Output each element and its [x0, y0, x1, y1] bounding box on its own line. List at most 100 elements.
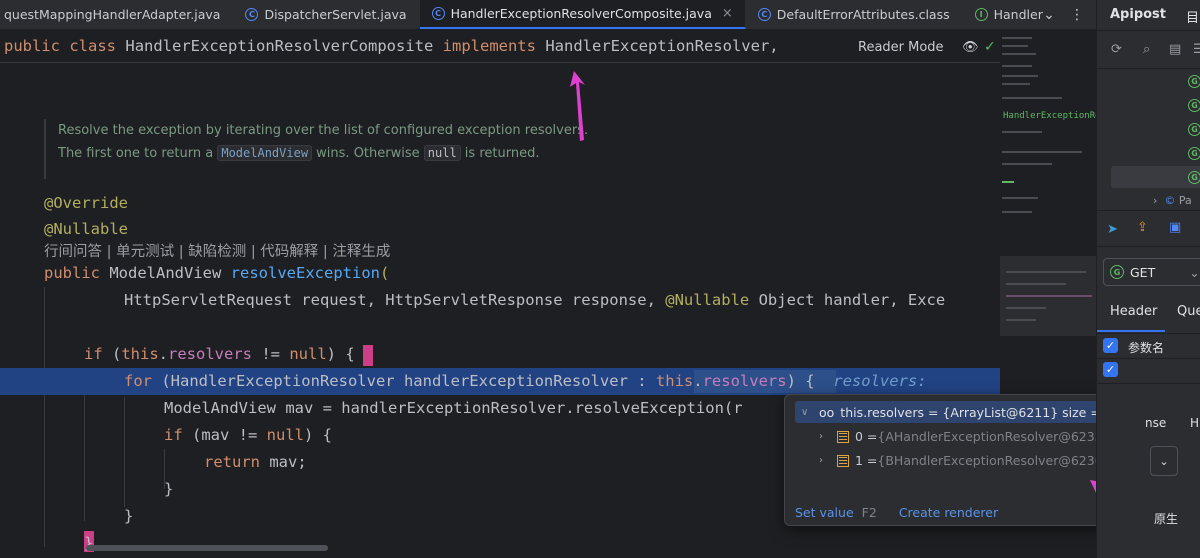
code-text: ) [326, 345, 346, 363]
chevron-right-icon[interactable]: › [819, 455, 831, 466]
ai-code-hints[interactable]: 行间问答 | 单元测试 | 缺陷检测 | 代码解释 | 注释生成 [44, 240, 390, 261]
code-text: ) { [786, 372, 815, 390]
tab-response[interactable]: nse [1145, 416, 1166, 430]
doc-text: The first one to return a [58, 146, 218, 161]
get-api-icon[interactable]: G [1188, 75, 1200, 88]
inline-debug-hint[interactable]: resolvers: [833, 372, 926, 390]
tab-header[interactable]: Header [1110, 304, 1157, 319]
get-api-icon[interactable]: G [1188, 171, 1200, 184]
more-options-icon[interactable]: ⋮ [1064, 0, 1090, 30]
root-node-label: this.resolvers = {ArrayList@6211} size =… [840, 404, 1113, 420]
field: resolvers [702, 372, 787, 390]
debug-child-node[interactable]: › 0 = {AHandlerExceptionResolver@6235} [819, 429, 1111, 444]
tab-dispatcher-servlet[interactable]: C DispatcherServlet.java [233, 0, 420, 29]
code-text: (mav != [182, 426, 267, 444]
list-icon[interactable]: ☰ [1193, 42, 1200, 57]
if-statement: if (this.resolvers != null) { [84, 345, 355, 363]
horizontal-scrollbar[interactable] [86, 545, 328, 551]
reader-mode-button[interactable]: Reader Mode [858, 40, 944, 55]
keyword: implements [442, 37, 536, 55]
minimap-class-label: HandlerExceptionRes [1003, 111, 1096, 121]
doc-code: ModelAndView [217, 145, 313, 161]
keyword: null [266, 426, 304, 444]
doc-line-1: Resolve the exception by iterating over … [58, 123, 589, 138]
set-value-link[interactable]: Set value F2 [795, 505, 877, 520]
tree-node-label: Pa [1178, 194, 1192, 207]
tab-request-mapping-handler-adapter[interactable]: questMappingHandlerAdapter.java [0, 0, 234, 29]
chevron-down-icon: ⌄ [1189, 264, 1200, 280]
tree-node[interactable]: › © Pa [1153, 194, 1192, 207]
tab-label: DispatcherServlet.java [264, 7, 407, 22]
tab-handler-exception-resolver-composite[interactable]: C HandlerExceptionResolverComposite.java… [419, 0, 746, 29]
method-label: GET [1130, 264, 1156, 280]
tab-label: questMappingHandlerAdapter.java [4, 7, 221, 22]
debug-root-node[interactable]: ∨ oo this.resolvers = {ArrayList@6211} s… [795, 401, 1133, 423]
editor-tab-bar: questMappingHandlerAdapter.java C Dispat… [0, 0, 1096, 30]
http-method-select[interactable]: G GET ⌄ [1103, 258, 1200, 286]
apipost-title: Apipost [1110, 7, 1167, 22]
sticky-class-header: public class HandlerExceptionResolverCom… [0, 31, 1000, 63]
row-checkbox[interactable]: ✓ [1103, 362, 1118, 377]
indent-guide [124, 397, 125, 507]
apipost-secondary-title[interactable]: 目 [1186, 7, 1199, 26]
list-index-icon [837, 454, 849, 467]
code-text: . [693, 372, 703, 390]
check-icon: ✓ [984, 39, 996, 55]
selected-tree-item[interactable] [1111, 166, 1200, 188]
mav-assignment: ModelAndView mav = handlerExceptionResol… [164, 399, 743, 417]
interface-name: HandlerExceptionResolver, [545, 37, 779, 55]
item-value: {BHandlerExceptionResolver@6236} [877, 453, 1111, 468]
upload-icon[interactable]: ⇪ [1137, 220, 1148, 235]
get-api-icon[interactable]: G [1188, 99, 1200, 112]
class-icon: C [757, 8, 771, 21]
brace: { [345, 345, 355, 363]
tab-default-error-attributes[interactable]: C DefaultErrorAttributes.class [746, 0, 963, 29]
document-icon[interactable]: ▤ [1169, 42, 1181, 57]
field: resolvers [168, 345, 253, 363]
raw-option[interactable]: 原生 [1154, 510, 1178, 527]
chevron-down-icon[interactable]: ∨ [801, 407, 813, 418]
tab-query[interactable]: Que [1177, 304, 1200, 319]
keyword: if [164, 426, 183, 444]
search-icon[interactable]: ⌕ [1143, 42, 1150, 57]
item-index: 1 = [855, 453, 878, 468]
active-tab-indicator [1097, 330, 1165, 332]
item-index: 0 = [855, 429, 878, 444]
class-name: HandlerExceptionResolverComposite [125, 37, 434, 55]
create-renderer-link[interactable]: Create renderer [899, 505, 998, 520]
doc-text: wins. Otherwise [312, 146, 424, 161]
set-value-label: Set value [795, 505, 854, 520]
eye-off-icon[interactable]: 👁 [962, 40, 979, 55]
for-statement: for (HandlerExceptionResolver handlerExc… [124, 372, 927, 390]
javadoc-comment: Resolve the exception by iterating over … [44, 119, 994, 179]
tab-overflow-chevron-down-icon[interactable]: ⌄ [1036, 0, 1062, 30]
keyword: for [124, 372, 152, 390]
chevron-right-icon[interactable]: › [819, 431, 831, 442]
tab-h[interactable]: H [1190, 416, 1199, 430]
get-api-icon[interactable]: G [1188, 123, 1200, 136]
get-api-icon[interactable]: G [1188, 147, 1200, 160]
close-icon[interactable]: × [722, 6, 733, 21]
class-declaration: public class HandlerExceptionResolverCom… [4, 37, 779, 55]
method-params: HttpServletRequest request, HttpServletR… [124, 291, 945, 309]
response-format-dropdown[interactable]: ⌄ [1150, 446, 1178, 476]
select-all-checkbox[interactable]: ✓ [1103, 338, 1118, 353]
send-icon[interactable]: ➤ [1107, 222, 1118, 237]
watch-icon: oo [819, 404, 835, 420]
if-mav-statement: if (mav != null) { [164, 426, 332, 444]
class-icon: C [245, 8, 259, 21]
brace-match-marker [363, 345, 373, 366]
code-text: ) { [304, 426, 332, 444]
closing-brace: } [164, 480, 174, 498]
override-annotation-text: @Override [44, 194, 128, 212]
refresh-icon[interactable]: ⟳ [1111, 42, 1122, 57]
chevron-down-icon: ⌄ [1159, 454, 1169, 468]
debug-value-popup[interactable]: ∨ oo this.resolvers = {ArrayList@6211} s… [784, 394, 1142, 526]
save-icon[interactable]: ▣ [1169, 220, 1181, 235]
popup-footer: Set value F2 Create renderer [795, 505, 998, 520]
keyword: null [289, 345, 327, 363]
param-name-column: 参数名 [1128, 341, 1165, 355]
params-text: Object handler, Exce [749, 291, 946, 309]
debug-child-node[interactable]: › 1 = {BHandlerExceptionResolver@6236} [819, 453, 1111, 468]
nullable-annotation: @Nullable [44, 220, 128, 238]
